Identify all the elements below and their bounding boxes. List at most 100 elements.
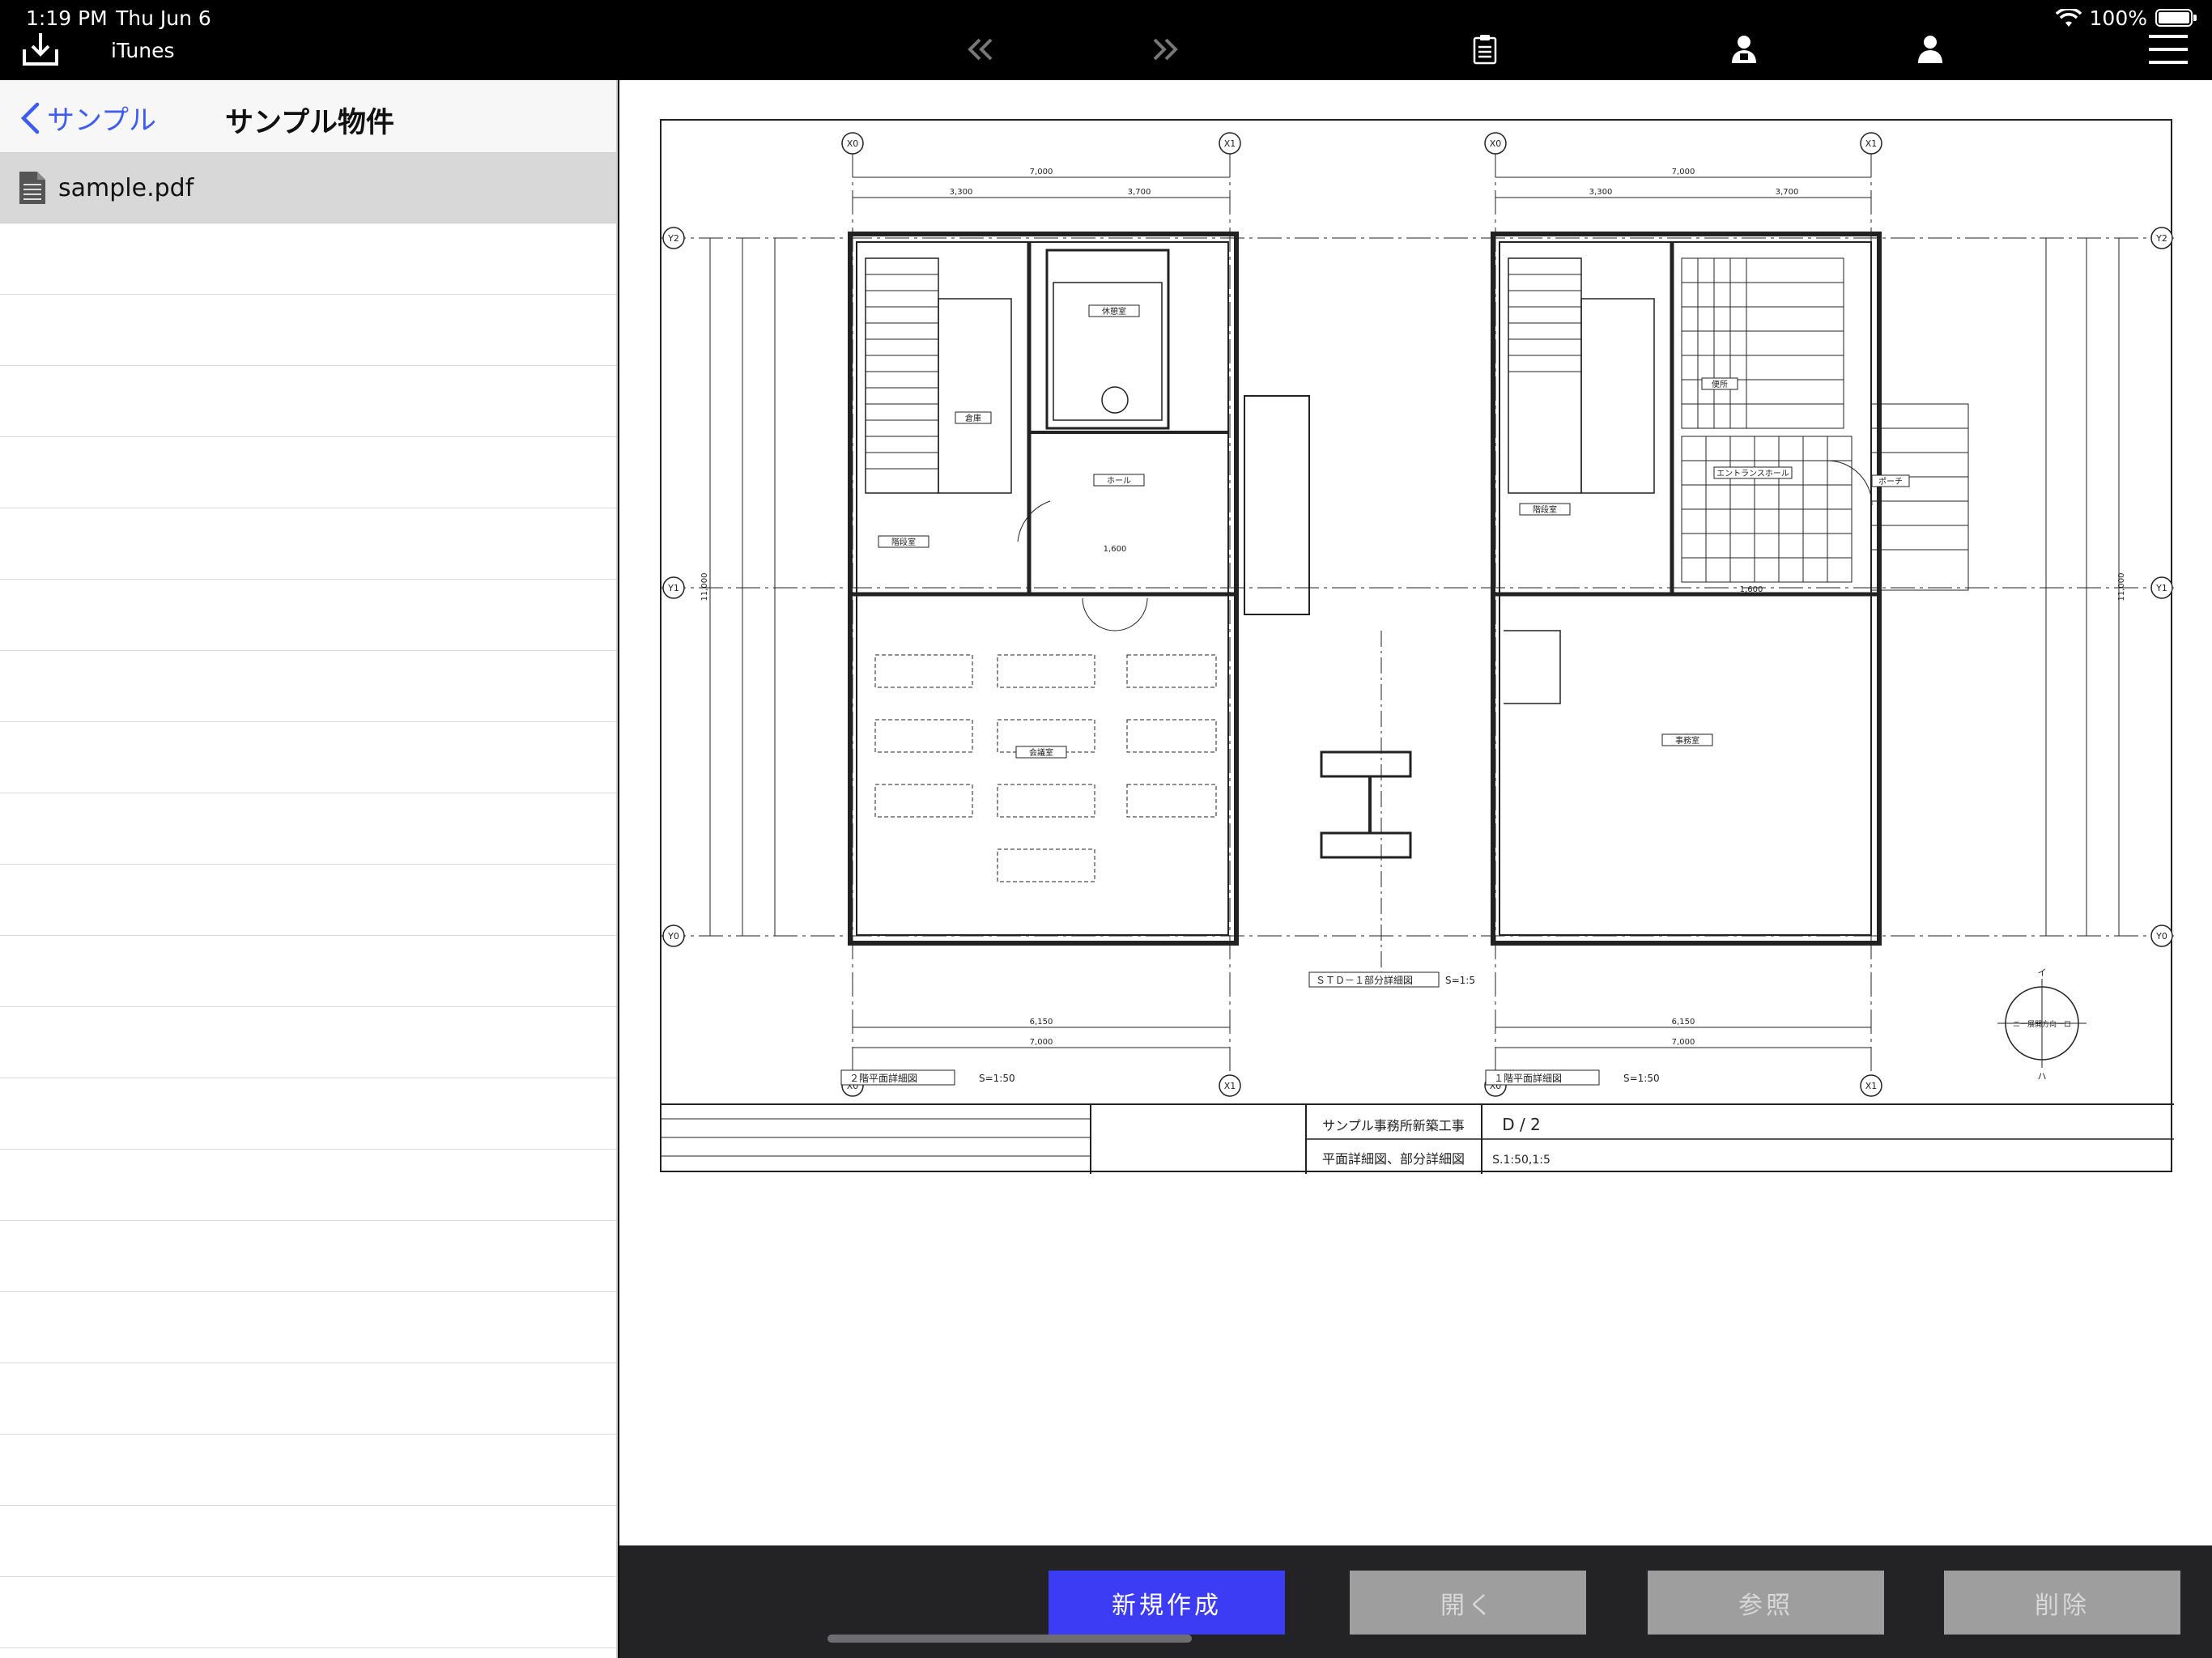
empty-row (0, 793, 616, 865)
empty-row (0, 437, 616, 508)
document-icon (19, 172, 45, 204)
back-label: サンプル (47, 104, 156, 137)
view-scale: S=1:5 (1445, 975, 1475, 986)
sheet-number: D / 2 (1502, 1115, 1541, 1134)
sheet-title: 平面詳細図、部分詳細図 (1322, 1151, 1465, 1167)
empty-row (0, 1435, 616, 1506)
status-date: Thu Jun 6 (116, 6, 211, 30)
room-label: 事務室 (1675, 735, 1699, 746)
itunes-button[interactable]: iTunes (111, 39, 175, 62)
new-button[interactable]: 新規作成 (1049, 1571, 1285, 1635)
empty-row (0, 865, 616, 936)
dim-left: 3,300 (950, 188, 973, 197)
dim-width: 7,000 (1672, 168, 1695, 176)
status-indicators: 100% (2055, 6, 2147, 30)
dim-inner: 6,150 (1030, 1018, 1053, 1027)
grid-mark-x0: X0 (1490, 138, 1502, 149)
empty-row (0, 936, 616, 1007)
project-name: サンプル事務所新築工事 (1322, 1118, 1465, 1133)
room-label: 階段室 (1533, 504, 1557, 515)
grid-mark-x1: X1 (1865, 1081, 1878, 1091)
empty-row (0, 223, 616, 295)
grid-mark-x1: X1 (1224, 138, 1236, 149)
room-label: 階段室 (891, 537, 916, 547)
sheet-scale: S.1:50,1:5 (1492, 1154, 1551, 1167)
room-label: ポーチ (1878, 477, 1903, 487)
empty-list-area (0, 223, 616, 1648)
empty-row (0, 1506, 616, 1577)
file-list-item[interactable]: sample.pdf (0, 153, 616, 223)
dim-height: 11,000 (700, 573, 709, 602)
battery-icon (2155, 9, 2197, 27)
bottom-action-bar: 新規作成 開く 参照 削除 (619, 1545, 2212, 1658)
double-chevron-left-icon[interactable] (963, 31, 996, 68)
compass-caption: ニ一展開方向一ロ (2013, 1019, 2071, 1029)
delete-button[interactable]: 削除 (1944, 1571, 2180, 1635)
grid-mark-y0: Y0 (2155, 931, 2167, 942)
dim-entry: 1,600 (1740, 585, 1763, 594)
grid-mark-y1: Y1 (667, 583, 679, 593)
dim-height: 11,000 (2117, 573, 2126, 602)
room-label: 休憩室 (1102, 306, 1126, 317)
person-icon[interactable] (1916, 31, 1945, 68)
dim-width: 7,000 (1672, 1038, 1695, 1047)
dim-right: 3,700 (1128, 188, 1151, 197)
dim-entry: 1,600 (1104, 545, 1127, 554)
view-caption: ２階平面詳細図 (849, 1072, 917, 1084)
chevron-left-icon (20, 102, 40, 134)
download-tray-icon[interactable] (19, 31, 62, 68)
empty-row (0, 508, 616, 580)
grid-mark-y0: Y0 (667, 931, 679, 942)
view-scale: S=1:50 (1623, 1073, 1660, 1084)
grid-mark-x0: X0 (847, 138, 859, 149)
empty-row (0, 1221, 616, 1292)
file-name: sample.pdf (58, 173, 194, 202)
empty-row (0, 722, 616, 793)
empty-row (0, 580, 616, 651)
reference-button[interactable]: 参照 (1648, 1571, 1884, 1635)
empty-row (0, 651, 616, 722)
dim-inner: 6,150 (1672, 1018, 1695, 1027)
sidebar-header: サンプル サンプル物件 (0, 80, 616, 153)
grid-mark-x1: X1 (1865, 138, 1878, 149)
sidebar-title: サンプル物件 (225, 107, 394, 139)
room-label: 便所 (1712, 379, 1728, 389)
empty-row (0, 1007, 616, 1078)
grid-mark-y1: Y1 (2155, 583, 2167, 593)
dim-width: 7,000 (1030, 168, 1053, 176)
empty-row (0, 366, 616, 437)
pdf-viewer[interactable]: X0 X1 X0 X1 X0 X1 X0 X1 Y2 Y1 Y0 Y2 Y1 Y… (619, 80, 2212, 1545)
empty-row (0, 1363, 616, 1435)
battery-percentage: 100% (2089, 6, 2147, 30)
dim-width: 7,000 (1030, 1038, 1053, 1047)
empty-row (0, 1150, 616, 1221)
grid-mark-x1: X1 (1224, 1081, 1236, 1091)
room-label: ホール (1107, 476, 1131, 486)
view-caption: １階平面詳細図 (1494, 1072, 1562, 1084)
compass-top: イ (2038, 967, 2047, 978)
room-label: 倉庫 (965, 413, 981, 423)
empty-row (0, 1292, 616, 1363)
person-badge-icon[interactable] (1729, 31, 1759, 68)
empty-row (0, 295, 616, 366)
dim-left: 3,300 (1589, 188, 1613, 197)
grid-mark-y2: Y2 (2155, 233, 2167, 244)
double-chevron-right-icon[interactable] (1150, 31, 1182, 68)
floor-plan-drawing: X0 X1 X0 X1 X0 X1 X0 X1 Y2 Y1 Y0 Y2 Y1 Y… (661, 132, 2174, 1174)
clipboard-list-icon[interactable] (1470, 31, 1499, 68)
back-button[interactable]: サンプル (19, 98, 156, 138)
hamburger-menu-icon[interactable] (2147, 31, 2189, 68)
drawing-sheet: X0 X1 X0 X1 X0 X1 X0 X1 Y2 Y1 Y0 Y2 Y1 Y… (660, 119, 2174, 1174)
home-indicator[interactable] (827, 1635, 1192, 1643)
file-sidebar: サンプル サンプル物件 sample.pdf (0, 80, 618, 1658)
grid-mark-y2: Y2 (667, 233, 679, 244)
room-label: 会議室 (1029, 747, 1053, 758)
empty-row (0, 1577, 616, 1648)
dim-right: 3,700 (1776, 188, 1799, 197)
top-toolbar: 1:19 PM Thu Jun 6 100% iTunes (0, 0, 2212, 80)
status-time: 1:19 PM (26, 6, 108, 30)
open-button[interactable]: 開く (1350, 1571, 1586, 1635)
view-caption: ＳＴＤ－１部分詳細図 (1316, 974, 1413, 986)
view-scale: S=1:50 (979, 1073, 1015, 1084)
compass-bottom: ハ (2038, 1071, 2047, 1082)
